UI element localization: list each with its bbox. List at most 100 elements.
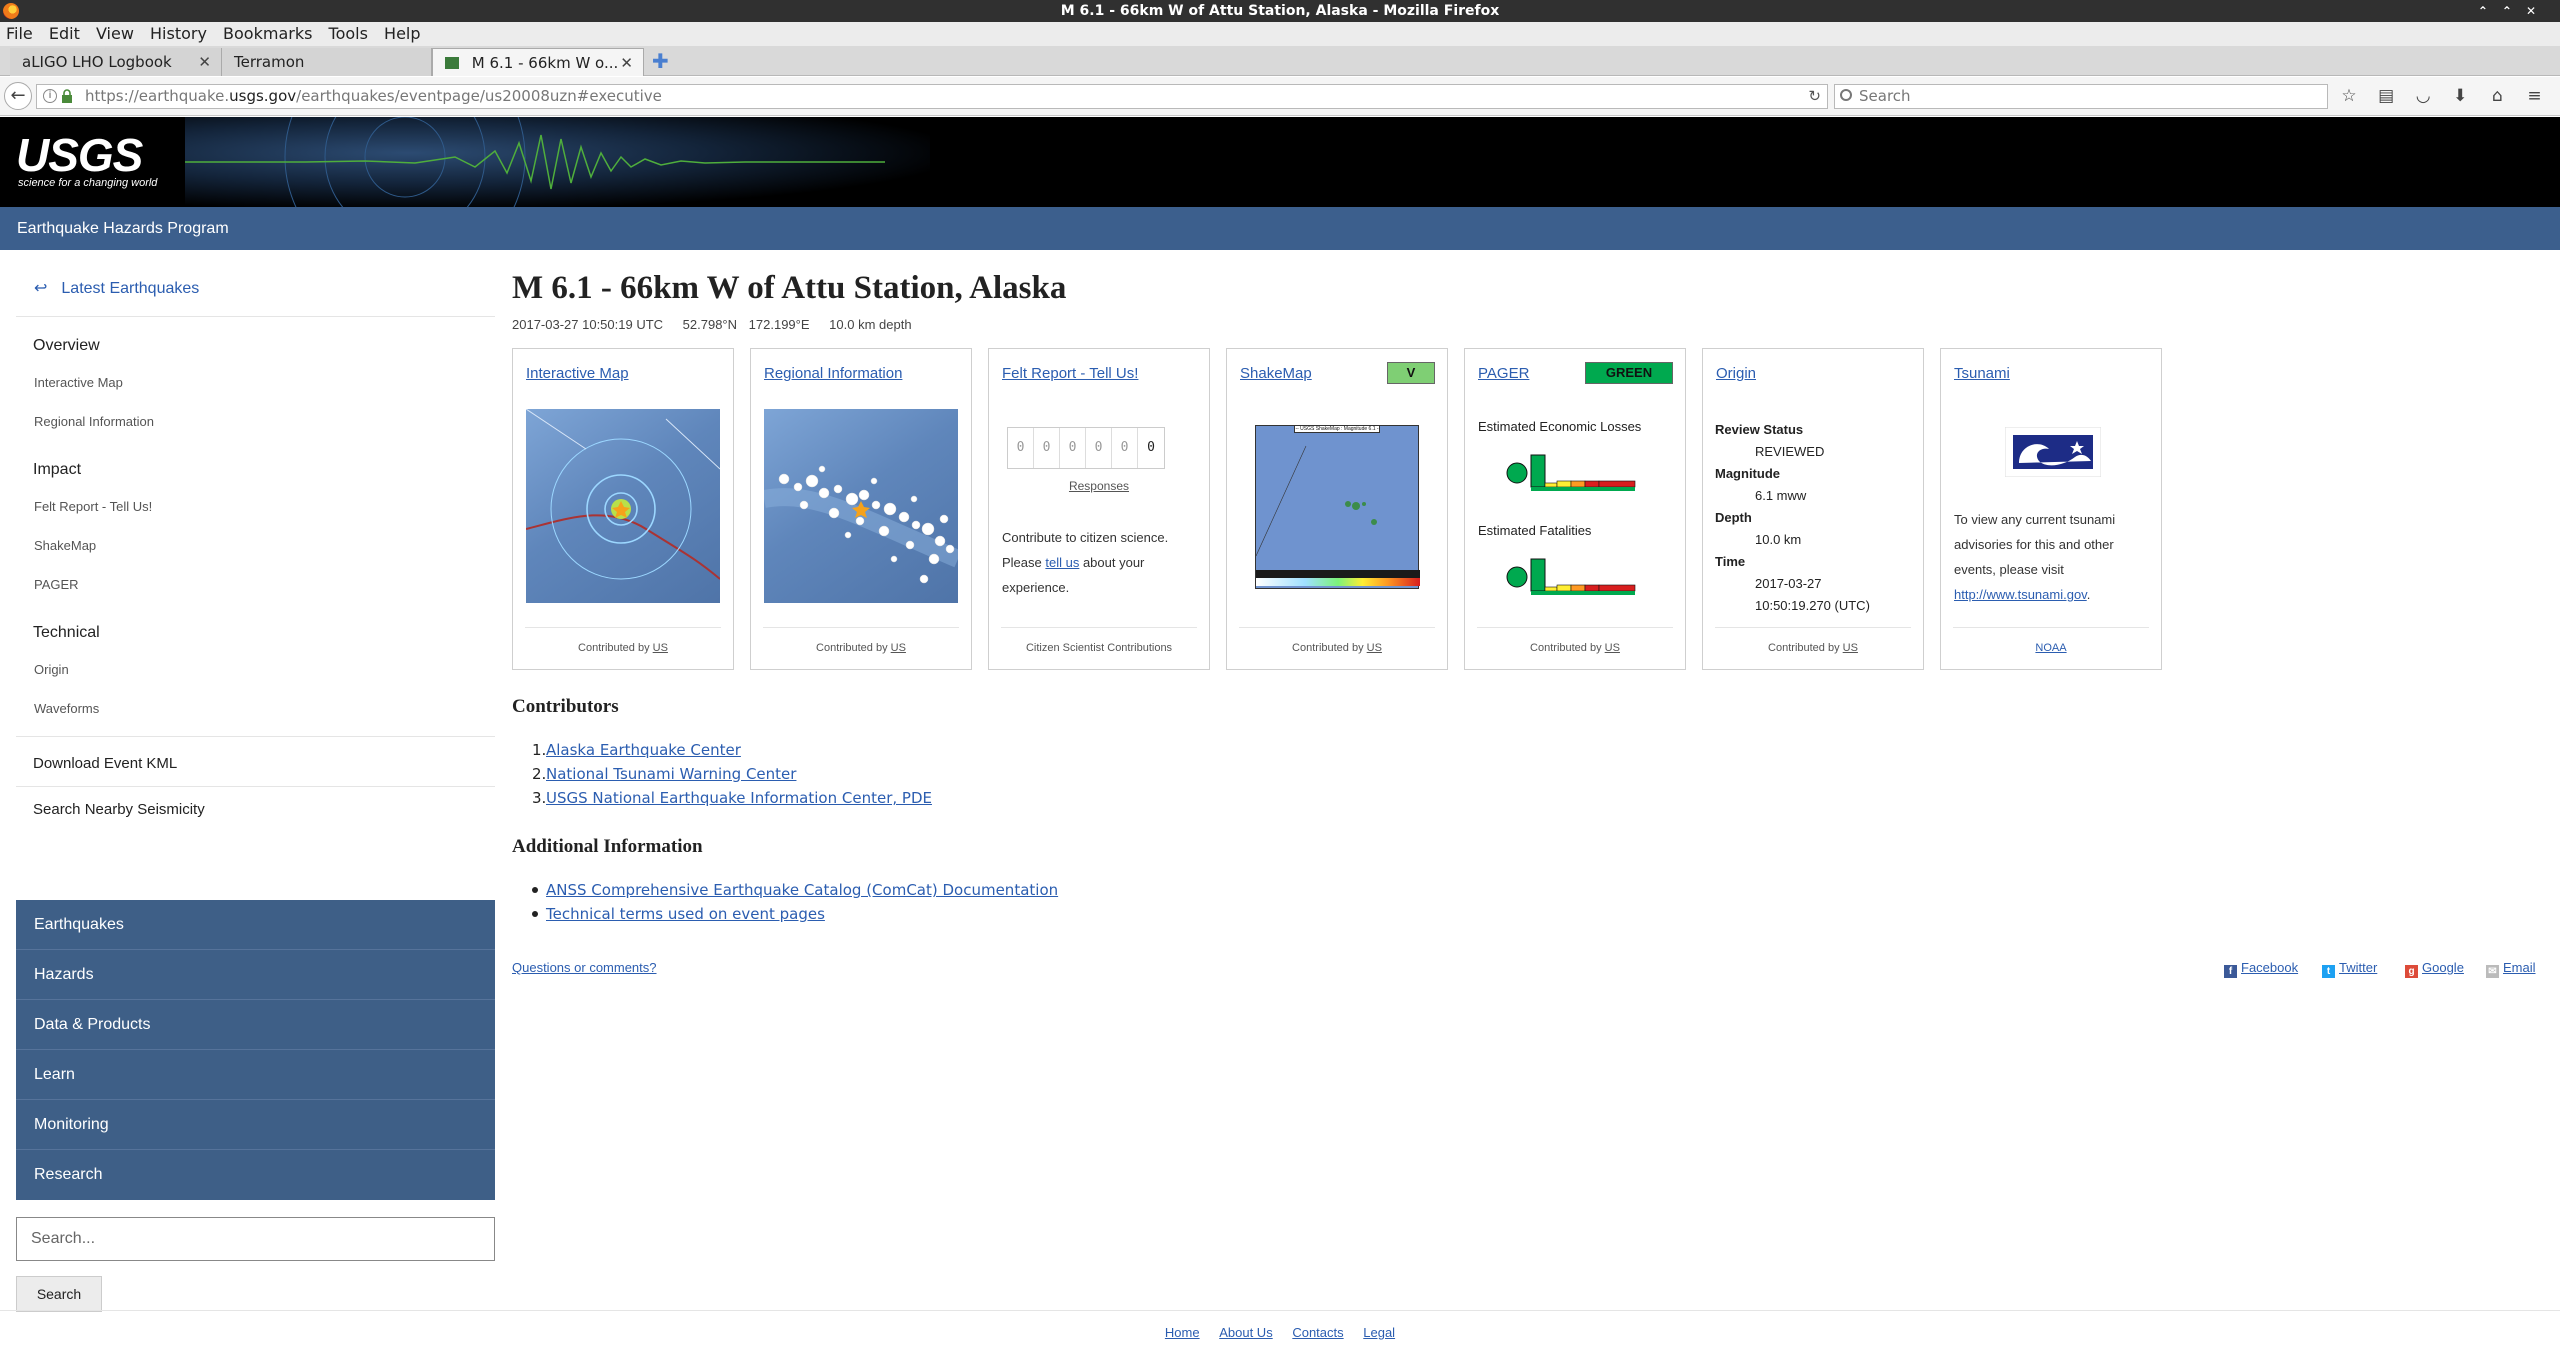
comcat-documentation-link[interactable]: ANSS Comprehensive Earthquake Catalog (C… bbox=[546, 881, 1058, 899]
pocket-icon[interactable]: ◡ bbox=[2412, 85, 2434, 107]
close-icon[interactable]: ✕ bbox=[198, 48, 211, 76]
card-pager[interactable]: PAGER GREEN Estimated Economic Losses Es… bbox=[1464, 348, 1686, 670]
card-interactive-map[interactable]: Interactive Map Contributed by US bbox=[512, 348, 734, 670]
sidebar-item-pager[interactable]: PAGER bbox=[16, 577, 495, 592]
url-bar[interactable]: i https://earthquake.usgs.gov/earthquake… bbox=[36, 84, 1828, 109]
close-icon[interactable]: ✕ bbox=[620, 49, 633, 77]
menu-file[interactable]: File bbox=[6, 24, 33, 43]
card-footer: Contributed by US bbox=[1477, 627, 1673, 669]
usgs-logo[interactable]: USGS science for a changing world bbox=[16, 132, 157, 189]
nav-earthquakes[interactable]: Earthquakes bbox=[16, 900, 495, 950]
contributed-by-label: Contributed by bbox=[1292, 642, 1364, 654]
card-title[interactable]: Interactive Map bbox=[526, 365, 629, 382]
nav-hazards[interactable]: Hazards bbox=[16, 950, 495, 1000]
card-tsunami[interactable]: Tsunami To view any current tsunami advi… bbox=[1940, 348, 2162, 670]
site-search-input[interactable]: Search... bbox=[16, 1217, 495, 1261]
tsunami-text: To view any current tsunami advisories f… bbox=[1954, 512, 2116, 577]
card-shakemap[interactable]: ShakeMap V -- USGS ShakeMap : Magnitude … bbox=[1226, 348, 1448, 670]
download-icon[interactable]: ⬇ bbox=[2449, 85, 2471, 107]
site-search-button[interactable]: Search bbox=[16, 1276, 102, 1312]
nav-data-products[interactable]: Data & Products bbox=[16, 1000, 495, 1050]
card-origin[interactable]: Origin Review Status REVIEWED Magnitude … bbox=[1702, 348, 1924, 670]
hamburger-menu-icon[interactable]: ≡ bbox=[2523, 85, 2545, 107]
sidebar-item-waveforms[interactable]: Waveforms bbox=[16, 701, 495, 716]
responses-link[interactable]: Responses bbox=[989, 479, 1209, 493]
card-title[interactable]: Tsunami bbox=[1954, 365, 2010, 382]
tab-aligo[interactable]: aLIGO LHO Logbook ✕ bbox=[10, 48, 222, 76]
sidebar-item-shakemap[interactable]: ShakeMap bbox=[16, 538, 495, 553]
window-controls[interactable]: ⌃⌃✕ bbox=[2478, 0, 2550, 22]
contributor-link[interactable]: US bbox=[653, 642, 668, 654]
sidebar-heading-overview[interactable]: Overview bbox=[16, 337, 495, 355]
list-item: ANSS Comprehensive Earthquake Catalog (C… bbox=[532, 878, 1058, 902]
contributors-list: 1.Alaska Earthquake Center 2.National Ts… bbox=[532, 738, 932, 810]
new-tab-icon[interactable]: ✚ bbox=[652, 49, 669, 73]
card-title[interactable]: ShakeMap bbox=[1240, 365, 1312, 382]
google-plus-icon: g bbox=[2405, 965, 2418, 978]
tab-usgs-event[interactable]: M 6.1 - 66km W o... ✕ bbox=[432, 48, 644, 76]
menu-bookmarks[interactable]: Bookmarks bbox=[223, 24, 312, 43]
technical-terms-link[interactable]: Technical terms used on event pages bbox=[546, 905, 825, 923]
event-depth: 10.0 km depth bbox=[829, 317, 912, 332]
regional-map-thumbnail[interactable] bbox=[764, 409, 958, 603]
contributor-link[interactable]: USGS National Earthquake Information Cen… bbox=[546, 789, 932, 807]
contributor-link[interactable]: US bbox=[1367, 642, 1382, 654]
download-kml-link[interactable]: Download Event KML bbox=[16, 755, 495, 772]
home-icon[interactable]: ⌂ bbox=[2486, 85, 2508, 107]
shakemap-thumbnail[interactable]: -- USGS ShakeMap : Magnitude 6.1 -- bbox=[1255, 425, 1420, 589]
reload-icon[interactable]: ↻ bbox=[1808, 85, 1821, 108]
sidebar-item-origin[interactable]: Origin bbox=[16, 662, 495, 677]
latest-earthquakes-link[interactable]: ↩ Latest Earthquakes bbox=[16, 260, 495, 317]
card-regional-information[interactable]: Regional Information Contributed by US bbox=[750, 348, 972, 670]
tell-us-link[interactable]: tell us bbox=[1045, 555, 1079, 570]
reader-list-icon[interactable]: ▤ bbox=[2375, 85, 2397, 107]
sidebar-item-interactive-map[interactable]: Interactive Map bbox=[16, 375, 495, 390]
footer-contacts-link[interactable]: Contacts bbox=[1292, 1325, 1343, 1340]
contributor-link[interactable]: National Tsunami Warning Center bbox=[546, 765, 796, 783]
tab-terramon[interactable]: Terramon bbox=[222, 48, 432, 76]
footer-home-link[interactable]: Home bbox=[1165, 1325, 1200, 1340]
contributor-link[interactable]: US bbox=[891, 642, 906, 654]
browser-search-input[interactable]: Search bbox=[1834, 84, 2328, 109]
sidebar-item-regional-information[interactable]: Regional Information bbox=[16, 414, 495, 429]
card-title[interactable]: Regional Information bbox=[764, 365, 902, 382]
card-title[interactable]: PAGER bbox=[1478, 365, 1529, 382]
share-google[interactable]: g Google bbox=[2405, 960, 2464, 978]
program-title[interactable]: Earthquake Hazards Program bbox=[17, 220, 229, 237]
event-time: 2017-03-27 10:50:19 UTC bbox=[512, 317, 664, 332]
sidebar-heading-technical: Technical bbox=[33, 624, 100, 641]
menu-view[interactable]: View bbox=[96, 24, 134, 43]
menu-edit[interactable]: Edit bbox=[49, 24, 80, 43]
questions-comments-link[interactable]: Questions or comments? bbox=[512, 960, 657, 975]
menu-help[interactable]: Help bbox=[384, 24, 420, 43]
nav-learn[interactable]: Learn bbox=[16, 1050, 495, 1100]
menu-history[interactable]: History bbox=[150, 24, 207, 43]
tsunami-description: To view any current tsunami advisories f… bbox=[1954, 507, 2150, 607]
card-felt-report[interactable]: Felt Report - Tell Us! 000000 Responses … bbox=[988, 348, 1210, 670]
back-arrow-icon[interactable]: ← bbox=[4, 82, 32, 110]
share-twitter[interactable]: t Twitter bbox=[2322, 960, 2377, 978]
search-nearby-seismicity-link[interactable]: Search Nearby Seismicity bbox=[16, 801, 495, 818]
tsunami-gov-link[interactable]: http://www.tsunami.gov bbox=[1954, 587, 2087, 602]
footer-about-link[interactable]: About Us bbox=[1219, 1325, 1272, 1340]
sidebar-item-felt-report[interactable]: Felt Report - Tell Us! bbox=[16, 499, 495, 514]
review-status-value: REVIEWED bbox=[1755, 444, 1825, 459]
noaa-link[interactable]: NOAA bbox=[2035, 642, 2066, 654]
bookmark-star-icon[interactable]: ☆ bbox=[2338, 85, 2360, 107]
contributor-link[interactable]: Alaska Earthquake Center bbox=[546, 741, 741, 759]
share-facebook[interactable]: f Facebook bbox=[2224, 960, 2298, 978]
info-icon[interactable]: i bbox=[43, 89, 57, 103]
origin-details: Review Status REVIEWED Magnitude 6.1 mww… bbox=[1715, 419, 1915, 617]
share-email[interactable]: ✉ Email bbox=[2486, 960, 2536, 978]
usgs-favicon-icon bbox=[445, 57, 459, 69]
card-title[interactable]: Felt Report - Tell Us! bbox=[1002, 365, 1138, 382]
footer-legal-link[interactable]: Legal bbox=[1363, 1325, 1395, 1340]
card-title[interactable]: Origin bbox=[1716, 365, 1756, 382]
menu-tools[interactable]: Tools bbox=[329, 24, 368, 43]
nav-monitoring[interactable]: Monitoring bbox=[16, 1100, 495, 1150]
interactive-map-thumbnail[interactable] bbox=[526, 409, 720, 603]
contributor-link[interactable]: US bbox=[1605, 642, 1620, 654]
contributor-link[interactable]: US bbox=[1843, 642, 1858, 654]
summary-cards: Interactive Map Contributed by US Region… bbox=[512, 348, 2162, 672]
nav-research[interactable]: Research bbox=[16, 1150, 495, 1200]
